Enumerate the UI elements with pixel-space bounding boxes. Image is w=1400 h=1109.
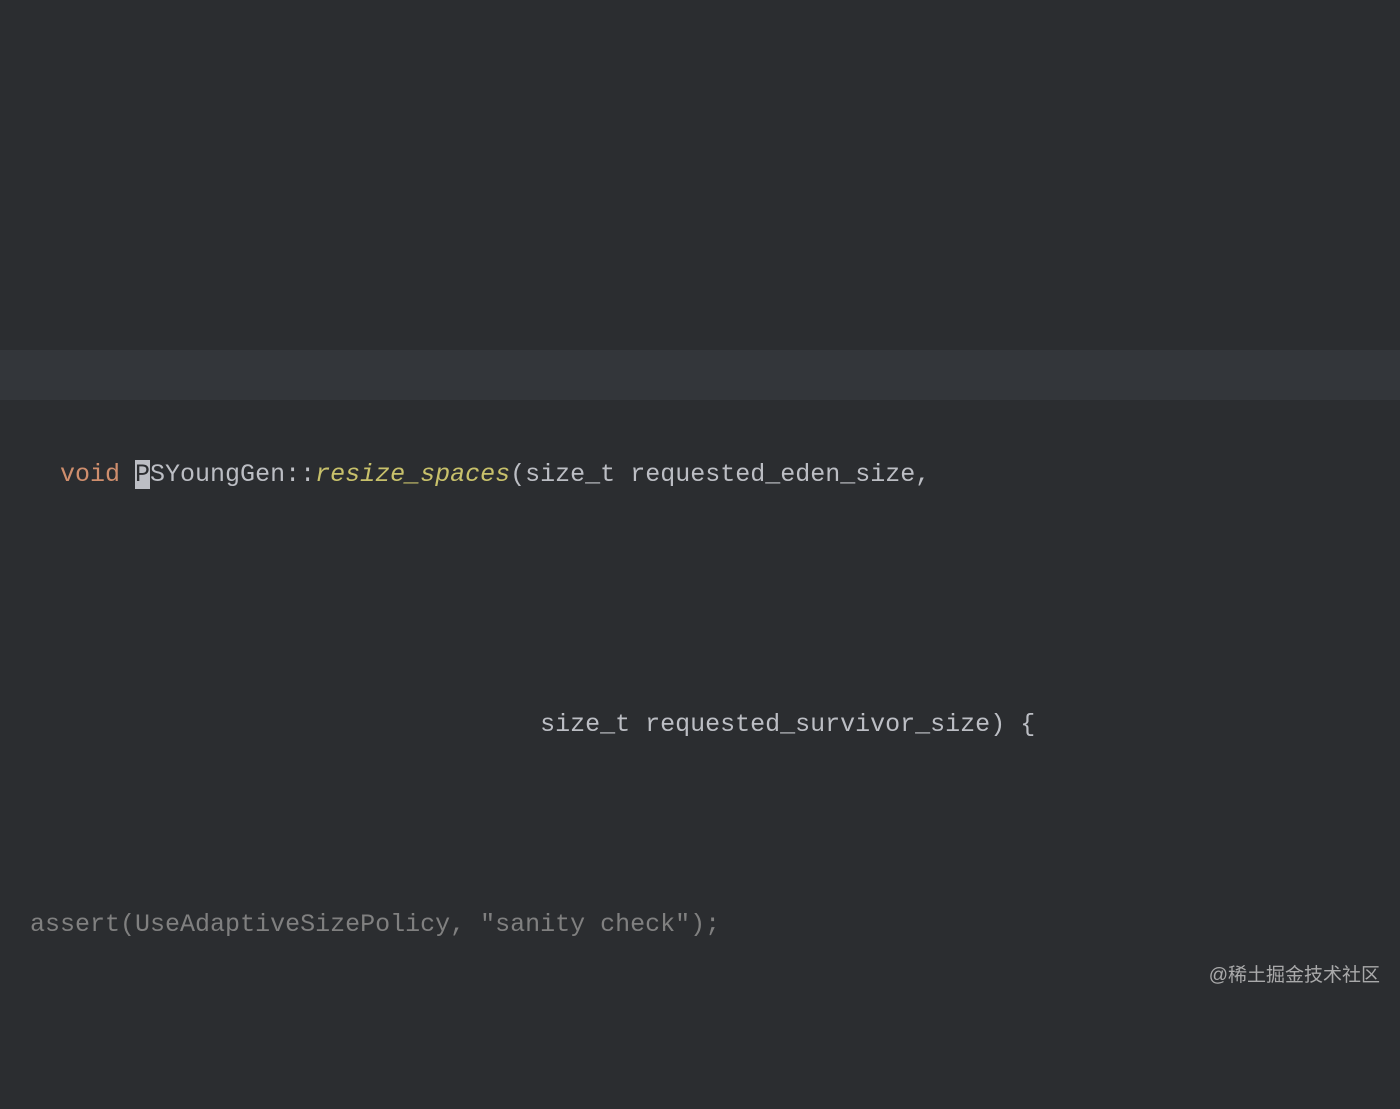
code-line: void PSYoungGen::resize_spaces(size_t re… <box>0 350 1400 550</box>
code-editor[interactable]: void PSYoungGen::resize_spaces(size_t re… <box>0 200 1400 1109</box>
assert-arg: UseAdaptiveSizePolicy <box>135 910 450 939</box>
param-name: requested_survivor_size <box>645 710 990 739</box>
paren-open: ( <box>510 460 525 489</box>
watermark: @稀土掘金技术社区 <box>1209 966 1380 985</box>
param-type: size_t <box>525 460 630 489</box>
comma: , <box>915 460 930 489</box>
signature-end: ) { <box>990 710 1035 739</box>
text-cursor: P <box>135 460 150 489</box>
keyword-void: void <box>60 460 135 489</box>
function-name: resize_spaces <box>315 460 510 489</box>
param-type: size_t <box>540 710 645 739</box>
string-literal: "sanity check" <box>480 910 690 939</box>
current-line-highlight <box>0 350 1400 400</box>
param-name: requested_eden_size <box>630 460 915 489</box>
scope-sep: :: <box>285 460 315 489</box>
assert-call: assert <box>30 910 120 939</box>
code-line: size_t requested_survivor_size) { <box>0 700 1400 750</box>
code-line: assert(UseAdaptiveSizePolicy, "sanity ch… <box>0 900 1400 950</box>
code-line: assert(requested_eden_size > 0 && reques… <box>0 1100 1400 1109</box>
class-name: SYoungGen <box>150 460 285 489</box>
